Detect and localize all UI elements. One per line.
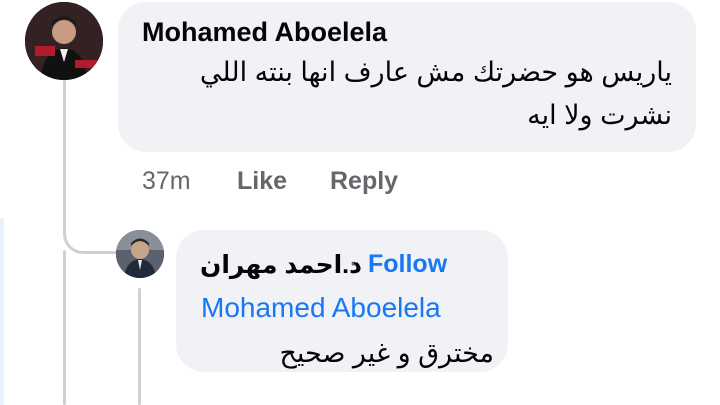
like-button[interactable]: Like	[237, 167, 287, 196]
avatar[interactable]	[25, 2, 103, 80]
reply-avatar[interactable]	[116, 230, 164, 278]
profile-photo-icon	[25, 2, 103, 80]
profile-photo-icon	[116, 230, 164, 278]
follow-button[interactable]: Follow	[368, 250, 447, 279]
reply-mention-link[interactable]: Mohamed Aboelela	[201, 292, 441, 324]
comment-text-line2: نشرت ولا ايه	[527, 100, 672, 130]
reply-author-name[interactable]: د.احمد مهران	[200, 250, 362, 280]
comment-text-line1: ياريس هو حضرتك مش عارف انها بنته اللي	[199, 57, 672, 87]
comment-author-name[interactable]: Mohamed Aboelela	[142, 17, 387, 48]
comment-timestamp[interactable]: 37m	[142, 167, 191, 196]
reply-button[interactable]: Reply	[330, 167, 398, 196]
reply-thread-line	[138, 288, 141, 405]
thread-connector-line-continued	[63, 250, 66, 405]
thread-connector-curve	[63, 214, 119, 254]
thread-connector-line	[63, 80, 66, 230]
reply-text: مخترق و غير صحيح	[279, 338, 494, 368]
reply-highlight-band	[0, 218, 4, 405]
